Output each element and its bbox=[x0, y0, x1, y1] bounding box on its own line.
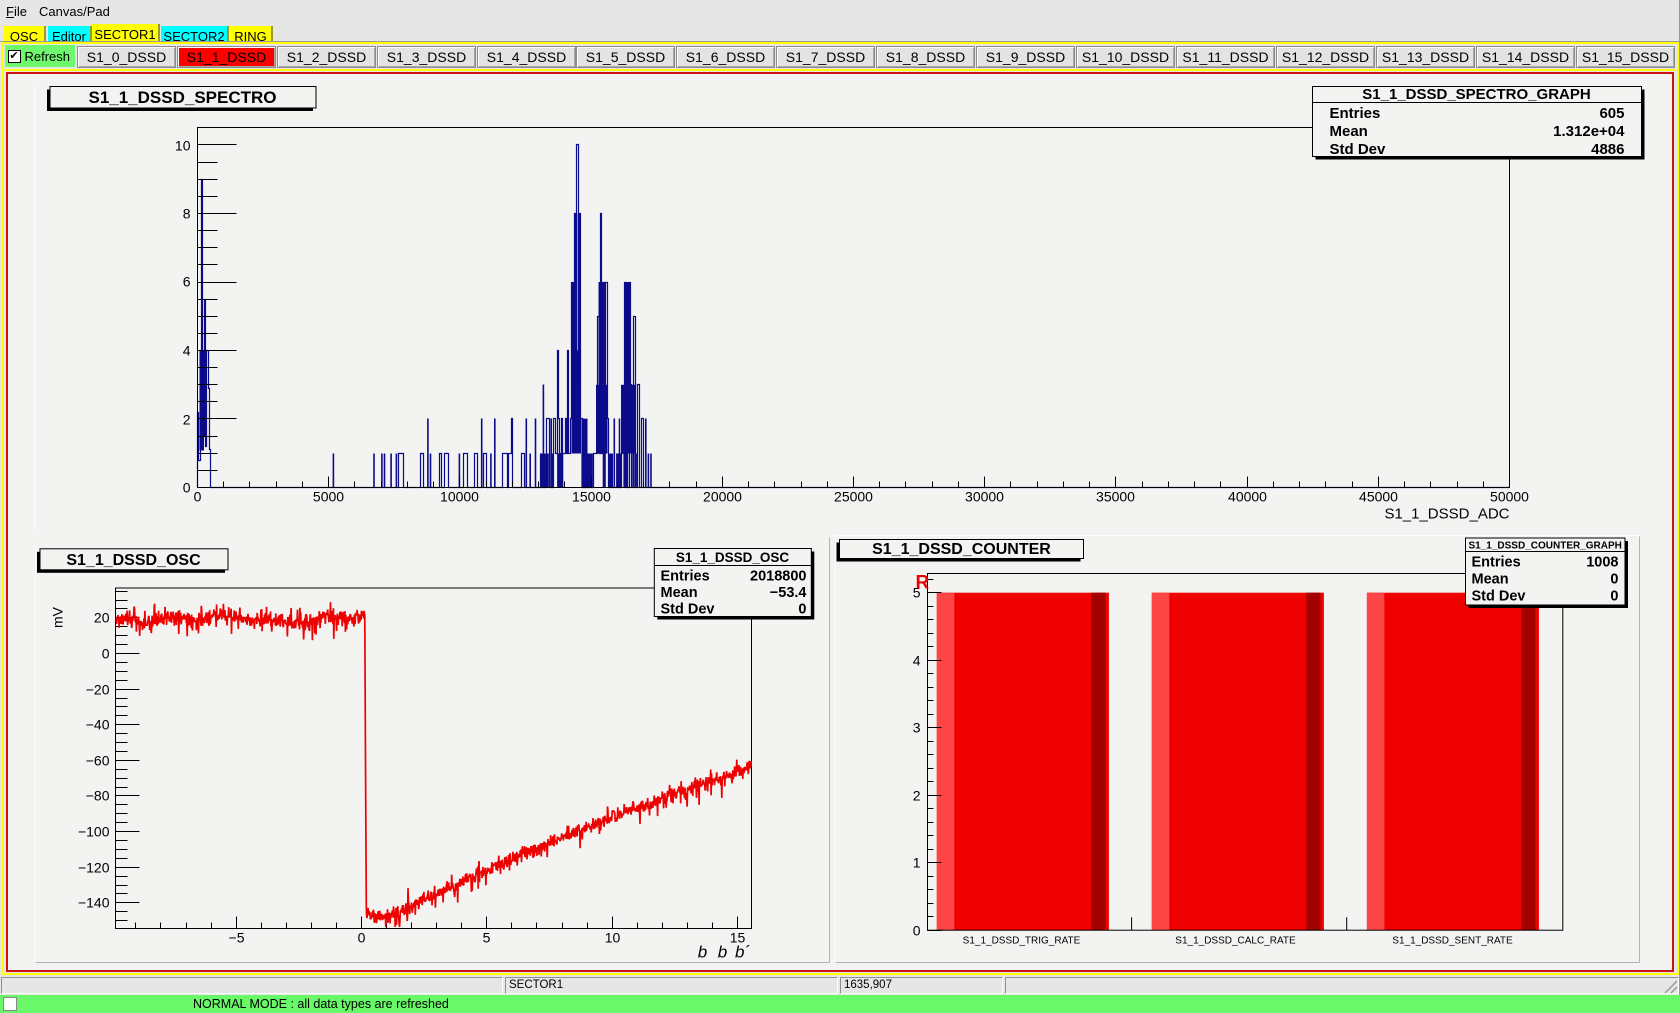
svg-text:4886: 4886 bbox=[1591, 141, 1624, 158]
svg-text:b: b bbox=[698, 943, 707, 962]
svg-text:30000: 30000 bbox=[965, 489, 1004, 505]
svg-text:−60: −60 bbox=[86, 753, 110, 769]
svg-text:0: 0 bbox=[102, 646, 110, 662]
svg-text:35000: 35000 bbox=[1096, 489, 1135, 505]
svg-text:S1_1_DSSD_TRIG_RATE: S1_1_DSSD_TRIG_RATE bbox=[963, 936, 1081, 947]
svg-text:−100: −100 bbox=[78, 824, 110, 840]
svg-text:10000: 10000 bbox=[440, 489, 479, 505]
svg-text:S1_1_DSSD_COUNTER_GRAPH: S1_1_DSSD_COUNTER_GRAPH bbox=[1469, 541, 1622, 552]
svg-text:1.312e+04: 1.312e+04 bbox=[1553, 123, 1625, 140]
svg-text:20: 20 bbox=[94, 610, 110, 626]
svg-text:b´: b´ bbox=[735, 943, 750, 962]
svg-text:0: 0 bbox=[1610, 572, 1618, 588]
svg-text:0: 0 bbox=[1610, 589, 1618, 605]
svg-text:2018800: 2018800 bbox=[750, 569, 806, 585]
svg-text:8: 8 bbox=[183, 206, 191, 222]
svg-text:10: 10 bbox=[605, 930, 621, 946]
svg-text:Mean: Mean bbox=[1472, 572, 1509, 588]
svg-text:2: 2 bbox=[183, 412, 191, 428]
svg-text:2: 2 bbox=[913, 788, 921, 804]
svg-text:−120: −120 bbox=[78, 860, 110, 876]
svg-text:S1_1_DSSD_CALC_RATE: S1_1_DSSD_CALC_RATE bbox=[1175, 936, 1296, 947]
svg-text:Entries: Entries bbox=[1330, 105, 1381, 122]
svg-text:Mean: Mean bbox=[1330, 123, 1368, 140]
svg-text:6: 6 bbox=[183, 274, 191, 290]
svg-text:−53.4: −53.4 bbox=[770, 585, 807, 601]
svg-text:0: 0 bbox=[183, 480, 191, 496]
svg-text:−80: −80 bbox=[86, 788, 110, 804]
svg-text:Std Dev: Std Dev bbox=[661, 602, 715, 618]
svg-text:Mean: Mean bbox=[661, 585, 698, 601]
svg-text:−140: −140 bbox=[78, 895, 110, 911]
svg-text:Entries: Entries bbox=[661, 569, 710, 585]
svg-text:0: 0 bbox=[913, 923, 921, 939]
svg-text:4: 4 bbox=[913, 653, 921, 669]
svg-text:0: 0 bbox=[798, 602, 806, 618]
svg-text:5: 5 bbox=[483, 930, 491, 946]
svg-text:Std Dev: Std Dev bbox=[1472, 589, 1526, 605]
svg-text:605: 605 bbox=[1599, 105, 1624, 122]
svg-text:R: R bbox=[916, 573, 930, 594]
svg-text:3: 3 bbox=[913, 720, 921, 736]
svg-text:S1_1_DSSD_ADC: S1_1_DSSD_ADC bbox=[1384, 506, 1509, 523]
svg-text:S1_1_DSSD_OSC: S1_1_DSSD_OSC bbox=[676, 550, 790, 565]
svg-text:20000: 20000 bbox=[703, 489, 742, 505]
svg-text:S1_1_DSSD_SPECTRO: S1_1_DSSD_SPECTRO bbox=[88, 88, 276, 107]
svg-text:Std Dev: Std Dev bbox=[1330, 141, 1387, 158]
svg-text:25000: 25000 bbox=[834, 489, 873, 505]
svg-text:45000: 45000 bbox=[1359, 489, 1398, 505]
svg-text:−20: −20 bbox=[86, 682, 110, 698]
svg-text:1008: 1008 bbox=[1586, 555, 1618, 571]
svg-text:S1_1_DSSD_COUNTER: S1_1_DSSD_COUNTER bbox=[872, 541, 1051, 558]
svg-text:S1_1_DSSD_OSC: S1_1_DSSD_OSC bbox=[66, 552, 201, 569]
svg-text:b: b bbox=[718, 943, 727, 962]
svg-text:Entries: Entries bbox=[1472, 555, 1521, 571]
svg-text:1: 1 bbox=[913, 855, 921, 871]
svg-text:0: 0 bbox=[194, 489, 202, 505]
svg-text:50000: 50000 bbox=[1490, 489, 1529, 505]
svg-text:10: 10 bbox=[175, 138, 191, 154]
svg-text:S1_1_DSSD_SENT_RATE: S1_1_DSSD_SENT_RATE bbox=[1392, 936, 1513, 947]
svg-text:5000: 5000 bbox=[313, 489, 344, 505]
svg-text:40000: 40000 bbox=[1228, 489, 1267, 505]
svg-text:4: 4 bbox=[183, 343, 191, 359]
svg-text:−40: −40 bbox=[86, 717, 110, 733]
svg-text:−5: −5 bbox=[229, 930, 245, 946]
svg-text:mV: mV bbox=[50, 606, 66, 628]
svg-text:0: 0 bbox=[358, 930, 366, 946]
svg-text:15000: 15000 bbox=[572, 489, 611, 505]
svg-text:S1_1_DSSD_SPECTRO_GRAPH: S1_1_DSSD_SPECTRO_GRAPH bbox=[1362, 86, 1590, 103]
